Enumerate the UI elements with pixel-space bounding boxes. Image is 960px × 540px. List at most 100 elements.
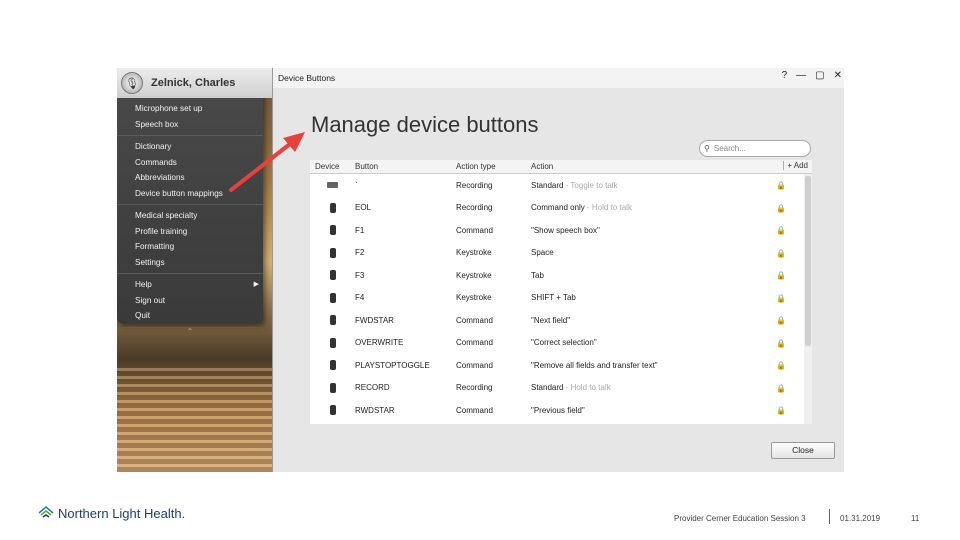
action-text: "Show speech box" — [531, 225, 600, 235]
scrollbar[interactable] — [804, 174, 812, 424]
menu-group: Medical specialty Profile training Formatt… — [117, 205, 263, 274]
maximize-icon[interactable]: ▢ — [815, 70, 824, 81]
table-row[interactable]: F2 Keystroke Space 🔒 — [310, 242, 812, 265]
menu-item-help[interactable]: Help ▶ — [117, 277, 263, 293]
menu-header[interactable]: 🎙 Zelnick, Charles — [117, 68, 272, 98]
add-button[interactable]: + Add — [783, 161, 808, 170]
column-header-device[interactable]: Device — [310, 162, 355, 171]
action-text: "Previous field" — [531, 405, 585, 415]
button-cell: PLAYSTOPTOGGLE — [355, 360, 430, 370]
action-text: Standard — [531, 180, 564, 190]
lock-icon: 🔒 — [776, 406, 786, 415]
action-type-cell: Keystroke — [456, 293, 492, 303]
dialog-titlebar: Device Buttons ? — ▢ ✕ — [273, 68, 844, 88]
action-text: Tab — [531, 270, 544, 280]
action-type-cell: Recording — [456, 180, 493, 190]
lock-icon: 🔒 — [776, 203, 786, 213]
button-cell: RWDSTAR — [355, 405, 395, 415]
menu-item-label: Dictionary — [135, 142, 172, 151]
organization-logo: Northern Light Health. — [38, 505, 185, 521]
button-cell: EOL — [355, 203, 372, 213]
keyboard-icon — [310, 182, 355, 189]
action-text: "Next field" — [531, 315, 571, 325]
lock-icon: 🔒 — [776, 338, 786, 348]
action-cell: Tab — [531, 271, 771, 280]
menu-item-label: Help — [135, 280, 152, 289]
microphone-icon — [310, 405, 355, 416]
table-row[interactable]: ` Recording Standard - Toggle to talk 🔒 — [310, 174, 812, 197]
microphone-icon — [310, 337, 355, 348]
column-header-action[interactable]: Action — [531, 162, 771, 171]
column-header-action-type[interactable]: Action type — [456, 162, 531, 171]
table-row[interactable]: F3 Keystroke Tab 🔒 — [310, 264, 812, 287]
search-icon: ⚲ — [704, 144, 710, 153]
menu-item-label: Microphone set up — [135, 104, 203, 113]
menu-item-label: Speech box — [135, 119, 179, 129]
table-row[interactable]: F4 Keystroke SHIFT + Tab 🔒 — [310, 287, 812, 310]
action-cell: Space — [531, 248, 771, 257]
table-row[interactable]: OVERWRITE Command "Correct selection" 🔒 — [310, 332, 812, 355]
button-cell: F3 — [355, 270, 365, 280]
action-text: "Correct selection" — [531, 338, 597, 348]
lock-icon: 🔒 — [776, 293, 786, 303]
menu-group: Help ▶ Sign out Quit — [117, 274, 263, 328]
menu-item-label: Profile training — [135, 226, 188, 236]
action-cell: SHIFT + Tab — [531, 293, 771, 302]
slide: 🎙 Zelnick, Charles Microphone set up Spee… — [0, 0, 960, 540]
close-icon[interactable]: ✕ — [834, 70, 842, 81]
search-placeholder: Search... — [713, 144, 746, 153]
menu-item-formatting[interactable]: Formatting — [117, 239, 263, 255]
action-text: Command only — [531, 203, 585, 213]
table-row[interactable]: RECORD Recording Standard - Hold to talk 🔒 — [310, 377, 812, 400]
lock-icon: 🔒 — [776, 383, 786, 393]
help-button[interactable]: ? — [782, 70, 788, 81]
menu-item-profile-training[interactable]: Profile training — [117, 224, 263, 240]
microphone-icon: 🎙 — [121, 72, 143, 94]
column-header-button[interactable]: Button — [355, 162, 456, 171]
page-number: 11 — [911, 514, 920, 523]
logo-mark-icon — [38, 505, 54, 518]
organization-name: Northern Light Health. — [58, 505, 186, 521]
table-row[interactable]: PLAYSTOPTOGGLE Command "Remove all fields … — [310, 354, 812, 377]
table-row[interactable]: FWDSTAR Command "Next field" 🔒 — [310, 309, 812, 332]
dialog-window-title: Device Buttons — [278, 73, 336, 83]
user-name: Zelnick, Charles — [151, 77, 236, 89]
page-title: Manage device buttons — [311, 112, 539, 137]
footer-divider — [829, 509, 830, 524]
action-note: - Hold to talk — [563, 383, 611, 393]
microphone-icon — [310, 315, 355, 326]
annotation-arrow — [229, 132, 305, 192]
microphone-icon — [310, 225, 355, 236]
footer-date: 01.31.2019 — [840, 514, 881, 523]
action-type-cell: Command — [456, 225, 493, 235]
session-label: Provider Cerner Education Session 3 — [674, 514, 806, 523]
table-row[interactable]: F1 Command "Show speech box" 🔒 — [310, 219, 812, 242]
menu-item-label: Medical specialty — [135, 211, 198, 220]
action-type-cell: Command — [456, 315, 493, 325]
scrollbar-thumb[interactable] — [805, 176, 811, 346]
button-cell: ` — [355, 180, 358, 190]
button-cell: OVERWRITE — [355, 338, 404, 348]
button-cell: RECORD — [355, 383, 390, 393]
action-type-cell: Recording — [456, 203, 493, 213]
menu-item-microphone-set-up[interactable]: Microphone set up — [117, 101, 263, 117]
table-row[interactable]: EOL Recording Command only - Hold to talk 🔒 — [310, 197, 812, 220]
menu-item-label: Formatting — [135, 242, 175, 251]
action-cell: "Remove all fields and transfer text" — [531, 361, 771, 370]
menu-item-label: Abbreviations — [135, 173, 185, 182]
table-row[interactable]: RWDSTAR Command "Previous field" 🔒 — [310, 399, 812, 422]
menu-item-medical-specialty[interactable]: Medical specialty — [117, 208, 263, 224]
menu-item-sign-out[interactable]: Sign out — [117, 293, 263, 309]
more-icon[interactable]: ⌃ — [117, 327, 263, 336]
search-input[interactable]: ⚲ Search... — [699, 140, 811, 157]
menu-item-label: Quit — [135, 311, 151, 320]
submenu-arrow-icon: ▶ — [253, 281, 259, 288]
close-button[interactable]: Close — [771, 442, 835, 459]
microphone-icon — [310, 247, 355, 258]
lock-icon: 🔒 — [776, 316, 786, 325]
minimize-icon[interactable]: — — [796, 70, 806, 81]
menu-item-quit[interactable]: Quit — [117, 308, 263, 324]
action-cell: "Next field" — [531, 316, 771, 325]
menu-item-settings[interactable]: Settings — [117, 255, 263, 271]
menu-item-label: Commands — [135, 157, 177, 167]
